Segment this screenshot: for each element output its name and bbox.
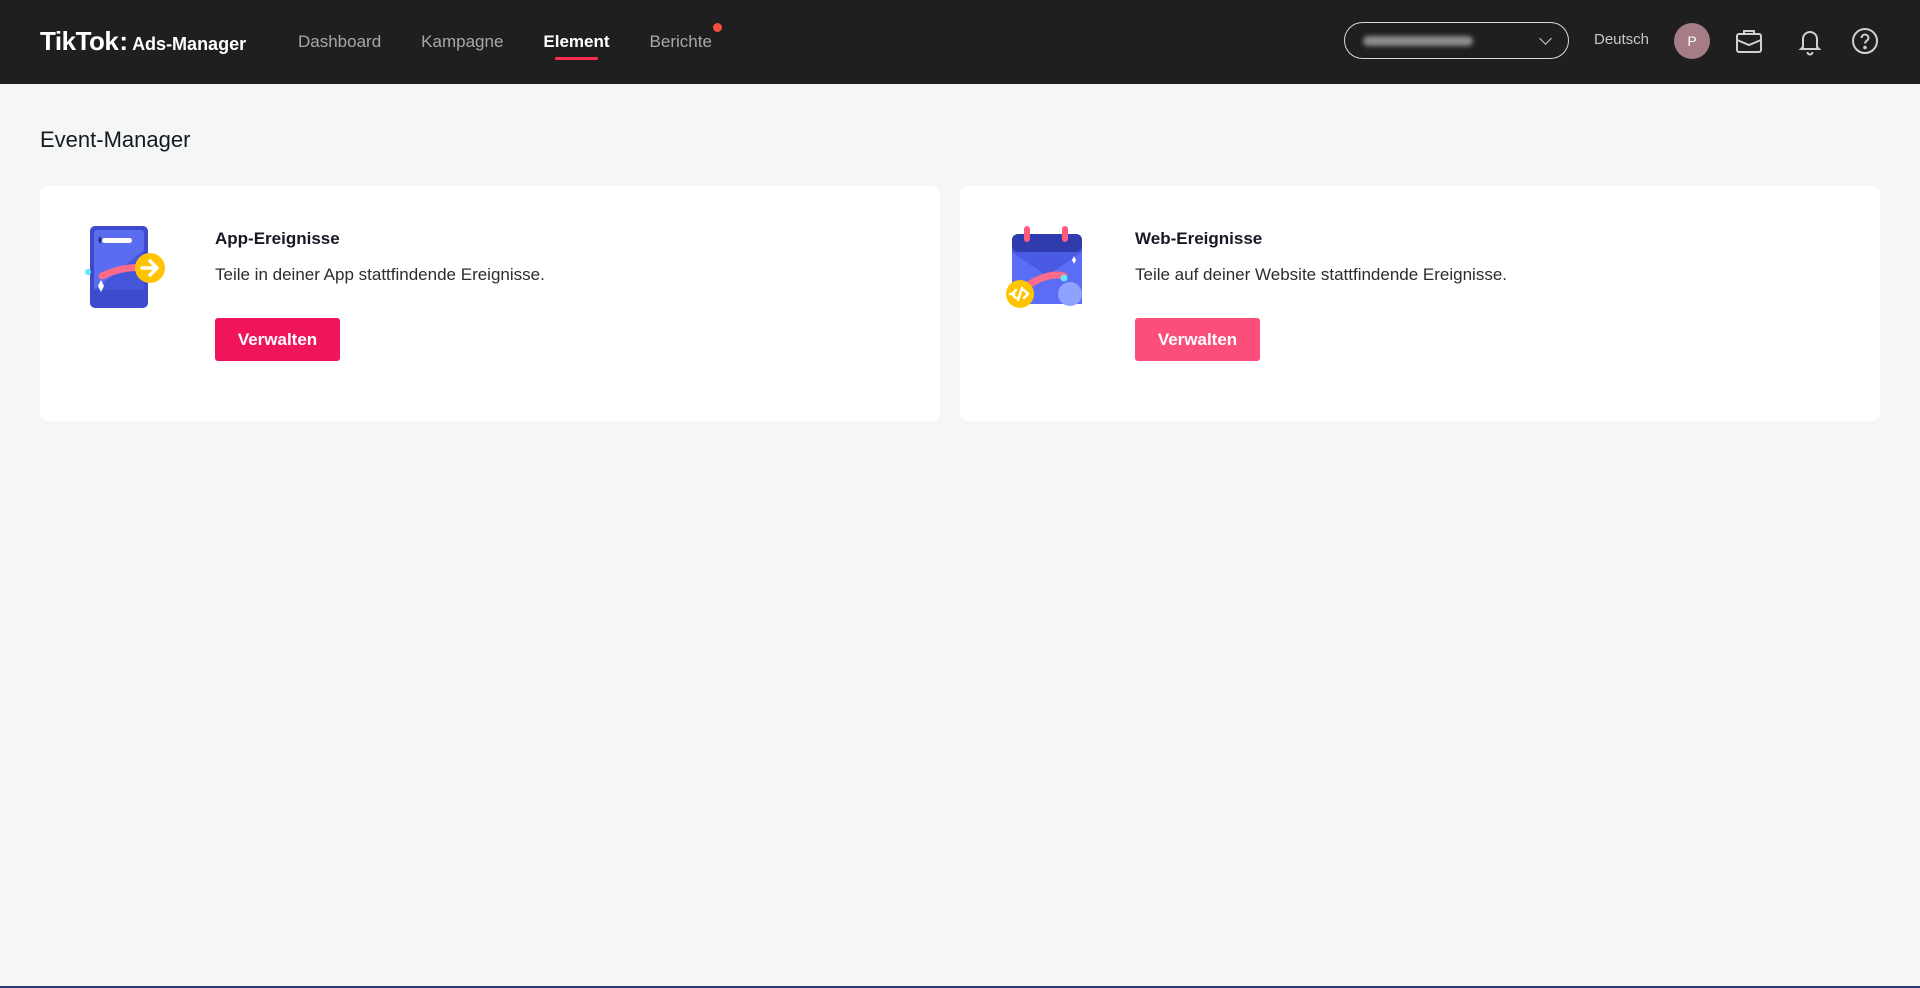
card-title: Web-Ereignisse [1135,229,1263,248]
manage-web-events-button[interactable]: Verwalten [1135,318,1260,361]
logo-separator: : [119,26,129,56]
tiktok-ads-manager-logo[interactable]: TikTok : Ads-Manager [40,26,246,57]
briefcase-icon[interactable] [1732,24,1766,58]
avatar-initial: P [1687,33,1697,49]
top-navbar: TikTok : Ads-Manager Dashboard Kampagne … [0,0,1920,84]
bell-icon[interactable] [1793,24,1827,58]
nav-element[interactable]: Element [543,0,610,84]
account-name-redacted [1363,35,1473,46]
user-avatar[interactable]: P [1674,23,1710,59]
language-switcher[interactable]: Deutsch [1594,31,1649,48]
manage-app-events-button[interactable]: Verwalten [215,318,340,361]
nav-kampagne[interactable]: Kampagne [421,0,503,84]
page-title: Event-Manager [40,127,191,152]
help-icon[interactable] [1848,24,1882,58]
nav-berichte[interactable]: Berichte [649,0,722,84]
web-events-icon [1000,220,1090,310]
card-description: Teile in deiner App stattfindende Ereign… [215,265,545,284]
account-selector[interactable] [1344,22,1569,59]
app-events-icon [80,220,170,310]
logo-sub-text: Ads-Manager [132,34,247,54]
app-events-card: App-Ereignisse Teile in deiner App statt… [40,186,940,421]
nav-dashboard[interactable]: Dashboard [298,0,381,84]
nav-kampagne-label: Kampagne [421,32,504,51]
nav-dashboard-label: Dashboard [298,32,382,51]
card-description: Teile auf deiner Website stattfindende E… [1135,265,1508,284]
chevron-down-icon [1539,32,1552,45]
logo-main-text: TikTok [40,26,119,56]
nav-element-label: Element [543,32,610,51]
nav-berichte-label: Berichte [649,32,712,51]
card-title: App-Ereignisse [215,229,340,248]
main-nav: Dashboard Kampagne Element Berichte [298,0,752,84]
web-events-card: Web-Ereignisse Teile auf deiner Website … [960,186,1880,421]
notification-dot [712,23,722,32]
